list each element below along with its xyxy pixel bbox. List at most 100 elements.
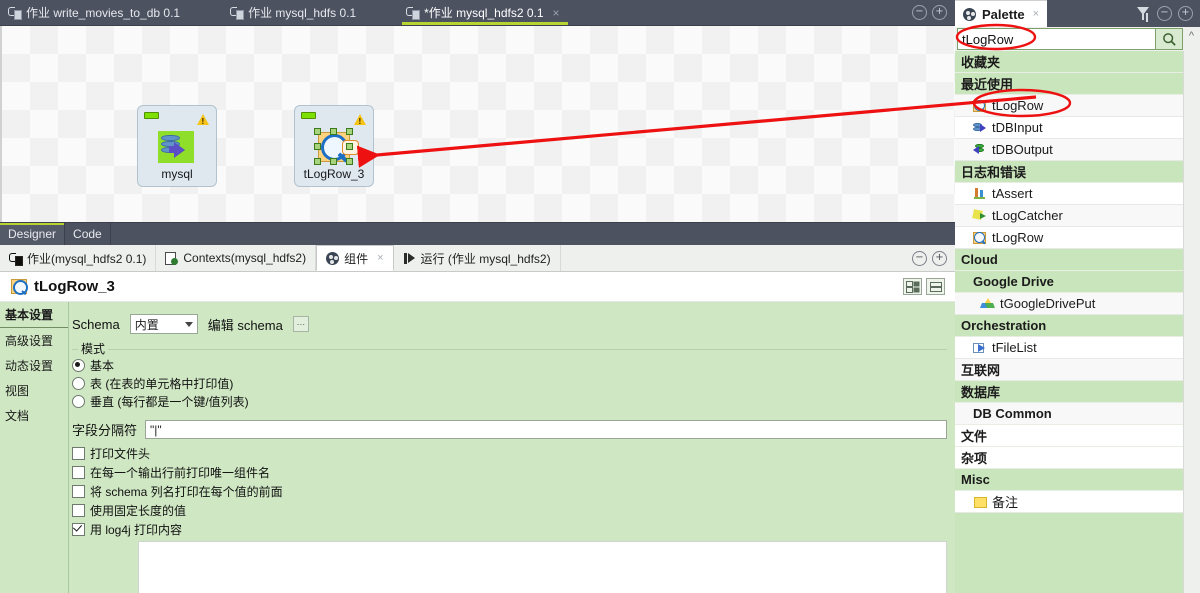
palette-item-tlogcatcher[interactable]: tLogCatcher	[955, 205, 1183, 227]
view-window-controls: − +	[912, 245, 955, 271]
tab-component[interactable]: 组件 ×	[316, 245, 394, 271]
category-label: DB Common	[973, 406, 1052, 421]
schema-select[interactable]: 内置	[129, 314, 198, 334]
search-input[interactable]	[958, 30, 1155, 48]
checkbox-label: 将 schema 列名打印在每个值的前面	[90, 485, 283, 499]
contexts-icon	[165, 251, 179, 265]
edit-schema-button[interactable]: …	[292, 316, 309, 332]
category-label: 文件	[961, 429, 988, 444]
maximize-icon[interactable]: +	[1178, 6, 1193, 21]
palette-category-cloud[interactable]: Cloud	[955, 249, 1183, 271]
radio-mode-table[interactable]: 表 (在表的单元格中打印值)	[72, 374, 947, 392]
search-icon	[1162, 32, 1176, 46]
tab-designer[interactable]: Designer	[0, 223, 66, 245]
palette-category-db-common[interactable]: DB Common	[955, 403, 1183, 425]
tab-label: 高级设置	[5, 334, 54, 348]
tab-code[interactable]: Code	[65, 223, 111, 245]
list-view-button[interactable]	[926, 278, 945, 295]
tab-run[interactable]: 运行 (作业 mysql_hdfs2)	[394, 245, 561, 271]
palette-scroll-rail[interactable]	[1183, 51, 1200, 593]
filter-icon[interactable]	[1137, 7, 1151, 20]
tab-job-mysql-hdfs2[interactable]: 作业(mysql_hdfs2 0.1)	[0, 245, 157, 271]
minimize-icon[interactable]: −	[912, 250, 927, 266]
palette-category-files[interactable]: 文件	[955, 425, 1183, 447]
close-icon[interactable]: ×	[377, 252, 383, 264]
canvas-node-mysql[interactable]: mysql	[137, 105, 217, 187]
checkbox-fixed-length[interactable]: 使用固定长度的值	[72, 501, 283, 520]
checkbox-icon	[72, 447, 85, 460]
maximize-icon[interactable]: +	[932, 250, 947, 266]
close-icon[interactable]: ×	[553, 6, 560, 20]
radio-icon	[72, 358, 85, 372]
tab-view[interactable]: 视图	[0, 378, 68, 403]
palette-category-logs-errors[interactable]: 日志和错误	[955, 161, 1183, 183]
tab-documentation[interactable]: 文档	[0, 403, 68, 428]
palette-icon	[326, 251, 340, 265]
tab-contexts[interactable]: Contexts(mysql_hdfs2)	[156, 245, 317, 271]
editor-tab-label: 作业 mysql_hdfs 0.1	[248, 6, 357, 20]
component-header-buttons	[903, 278, 955, 295]
checkbox-print-unique-name[interactable]: 在每一个输出行前打印唯一组件名	[72, 463, 283, 482]
page-title: tLogRow_3	[34, 278, 115, 295]
checkbox-use-log4j[interactable]: 用 log4j 打印内容	[72, 520, 283, 539]
palette-category-database[interactable]: 数据库	[955, 381, 1183, 403]
tab-advanced-settings[interactable]: 高级设置	[0, 328, 68, 353]
editor-tab-write-movies[interactable]: 作业 write_movies_to_db 0.1	[0, 0, 192, 25]
tab-basic-settings[interactable]: 基本设置	[0, 302, 68, 328]
palette-category-orchestration[interactable]: Orchestration	[955, 315, 1183, 337]
canvas-node-tlogrow3[interactable]: 0 tLogRow_3	[294, 105, 374, 187]
palette-category-favorites[interactable]: 收藏夹	[955, 51, 1183, 73]
palette-item-tdboutput[interactable]: tDBOutput	[955, 139, 1183, 161]
component-settings-body: 基本设置 高级设置 动态设置 视图 文档 Schema 内置 编辑 schema…	[0, 302, 955, 593]
collapse-icon[interactable]: ^	[1183, 27, 1200, 51]
radio-mode-basic[interactable]: 基本	[72, 356, 947, 374]
tab-label: 文档	[5, 409, 30, 423]
palette-item-tdbinput[interactable]: tDBInput	[955, 117, 1183, 139]
grid-view-button[interactable]	[903, 278, 922, 295]
palette-item-tlogrow[interactable]: tLogRow	[955, 227, 1183, 249]
palette-item-tfilelist[interactable]: tFileList	[955, 337, 1183, 359]
warning-icon	[354, 114, 366, 126]
job-canvas[interactable]: mysql 0	[0, 26, 957, 222]
item-label: tLogRow	[992, 98, 1044, 113]
palette-category-misc[interactable]: Misc	[955, 469, 1183, 491]
search-button[interactable]	[1156, 28, 1183, 50]
editor-tab-mysql-hdfs2[interactable]: *作业 mysql_hdfs2 0.1 ×	[398, 0, 572, 25]
palette-category-google-drive[interactable]: Google Drive	[955, 271, 1183, 293]
checkbox-print-column-names[interactable]: 将 schema 列名打印在每个值的前面	[72, 482, 283, 501]
checkbox-print-header[interactable]: 打印文件头	[72, 444, 283, 463]
palette-item-tlogrow-recent[interactable]: tLogRow	[955, 95, 1183, 117]
radio-label: 表 (在表的单元格中打印值)	[90, 376, 234, 391]
checkbox-label: 用 log4j 打印内容	[90, 523, 183, 537]
palette-item-tassert[interactable]: tAssert	[955, 183, 1183, 205]
tab-label: 视图	[5, 384, 30, 398]
palette-item-note[interactable]: 备注	[955, 491, 1183, 513]
tab-dynamic-settings[interactable]: 动态设置	[0, 353, 68, 378]
palette-category-recent[interactable]: 最近使用	[955, 73, 1183, 95]
minimize-icon[interactable]: −	[1157, 6, 1172, 21]
palette-component-list[interactable]: 收藏夹 最近使用 tLogRow tDBInput tDBOutput 日志和错…	[955, 51, 1183, 593]
maximize-icon[interactable]: +	[932, 5, 947, 20]
palette-category-misc-cn[interactable]: 杂项	[955, 447, 1183, 469]
checkbox-icon	[72, 523, 85, 536]
settings-empty-pane	[138, 541, 947, 593]
minimize-icon[interactable]: −	[912, 5, 927, 20]
tab-component-label: 组件	[344, 251, 369, 266]
editor-tab-mysql-hdfs[interactable]: 作业 mysql_hdfs 0.1	[222, 0, 368, 25]
main-editor-area: 作业 write_movies_to_db 0.1 作业 mysql_hdfs …	[0, 0, 957, 593]
canvas-grid[interactable]: mysql 0	[2, 26, 957, 222]
field-separator-input[interactable]: "|"	[145, 420, 947, 439]
canvas-node-label: tLogRow_3	[303, 167, 365, 181]
edit-schema-label[interactable]: 编辑 schema	[208, 315, 283, 334]
category-label: 日志和错误	[961, 165, 1027, 180]
warning-icon	[197, 114, 209, 126]
radio-mode-vertical[interactable]: 垂直 (每行都是一个键/值列表)	[72, 392, 947, 410]
tab-label: 动态设置	[5, 359, 54, 373]
tab-palette[interactable]: Palette ×	[955, 0, 1048, 27]
palette-item-tgoogledriveput[interactable]: tGoogleDrivePut	[955, 293, 1183, 315]
search-input-wrap[interactable]	[957, 28, 1156, 50]
palette-category-internet[interactable]: 互联网	[955, 359, 1183, 381]
editor-tab-label: *作业 mysql_hdfs2 0.1	[424, 6, 544, 20]
close-icon[interactable]: ×	[1033, 8, 1039, 20]
tlogrow-icon	[10, 278, 28, 296]
